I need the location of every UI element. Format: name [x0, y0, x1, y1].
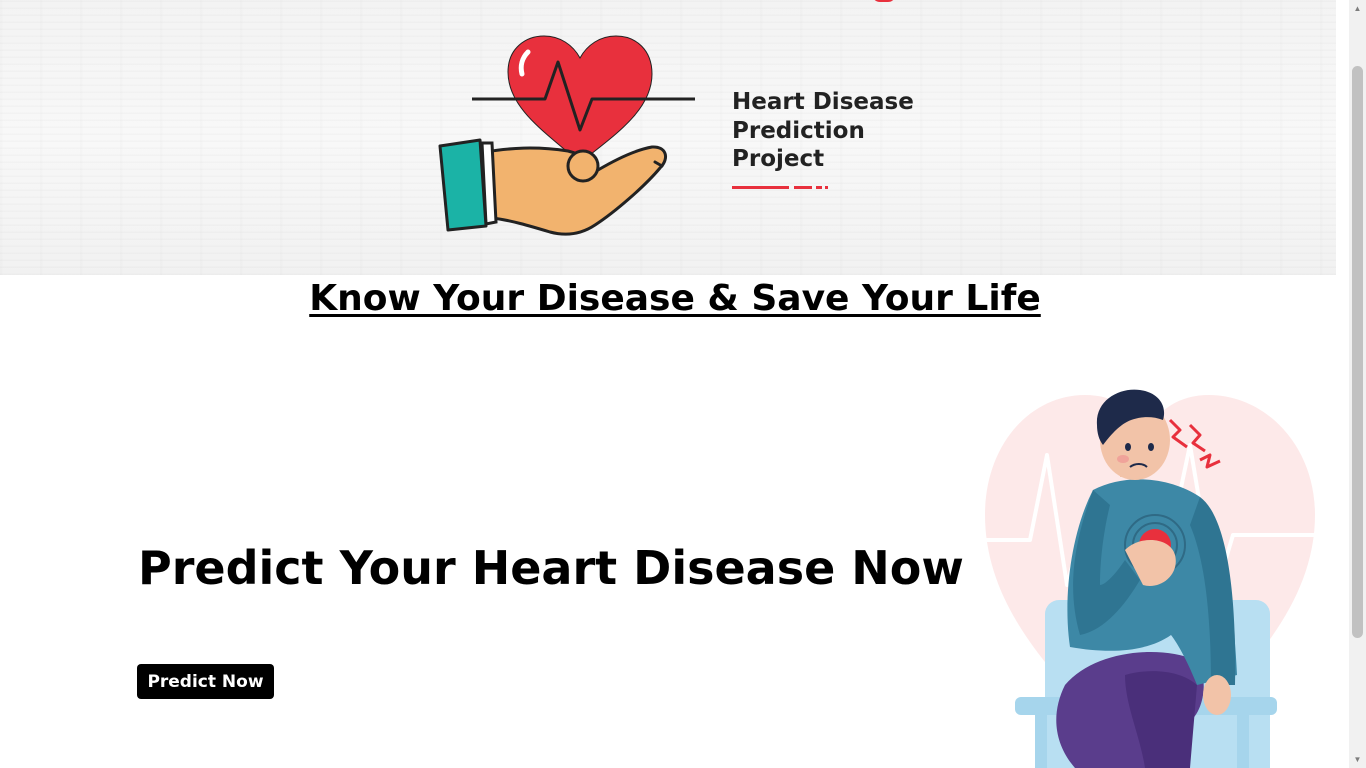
- heart-in-hand-icon: [438, 35, 695, 236]
- predict-now-button[interactable]: Predict Now: [137, 664, 274, 699]
- hero-headline: Predict Your Heart Disease Now: [138, 541, 964, 595]
- vertical-scrollbar[interactable]: ▲ ▼: [1349, 0, 1366, 768]
- scroll-up-arrow[interactable]: ▲: [1349, 0, 1366, 17]
- man-chest-pain-illustration: [985, 389, 1315, 768]
- decorative-dot: [872, 0, 896, 2]
- banner-title: Heart Disease Prediction Project: [732, 89, 914, 172]
- header-banner: Heart Disease Prediction Project: [0, 0, 1336, 275]
- tagline-heading: Know Your Disease & Save Your Life: [309, 278, 1041, 319]
- title-underline-decoration: [732, 186, 828, 189]
- scrollbar-thumb[interactable]: [1352, 66, 1363, 638]
- scroll-down-arrow[interactable]: ▼: [1349, 751, 1366, 768]
